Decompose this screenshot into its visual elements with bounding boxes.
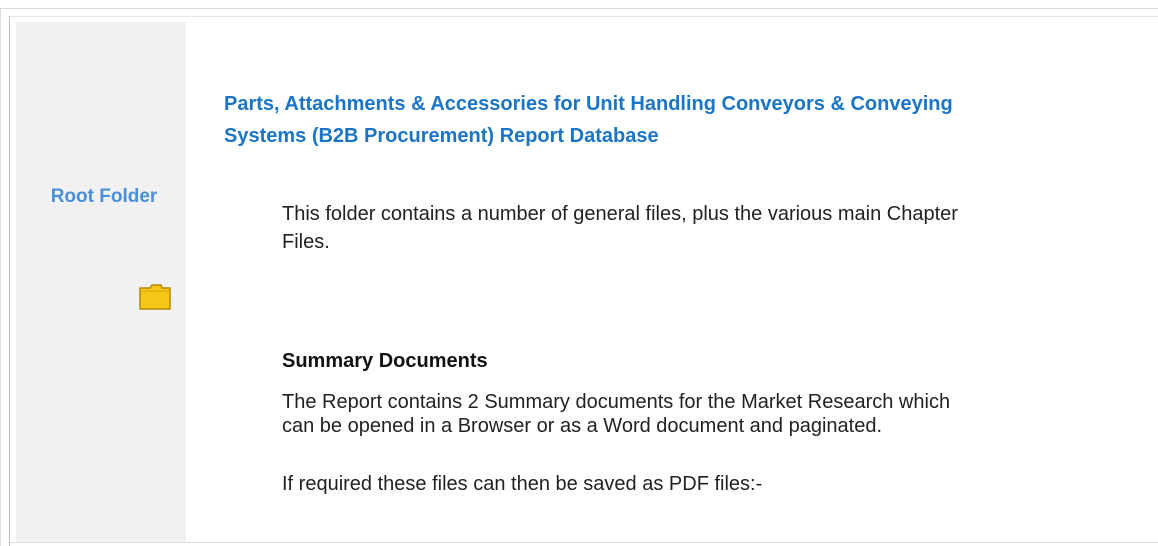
summary-paragraph: The Report contains 2 Summary documents … bbox=[282, 391, 951, 437]
report-title: Parts, Attachments & Accessories for Uni… bbox=[224, 93, 953, 147]
intro-paragraph: This folder contains a number of general… bbox=[282, 203, 958, 253]
frame-left-border bbox=[0, 8, 1, 546]
frame-top-border bbox=[0, 8, 1158, 9]
frame-inner-top-border bbox=[10, 16, 1158, 17]
frame-inner-left-border bbox=[9, 16, 10, 546]
main-content: Parts, Attachments & Accessories for Uni… bbox=[186, 22, 1158, 542]
folder-icon[interactable] bbox=[139, 284, 171, 310]
report-page: Root Folder Parts, Attachments & Accesso… bbox=[0, 0, 1158, 546]
pdf-note-paragraph: If required these files can then be save… bbox=[282, 473, 763, 495]
sidebar: Root Folder bbox=[16, 22, 186, 542]
summary-documents-heading: Summary Documents bbox=[282, 350, 488, 372]
root-folder-label[interactable]: Root Folder bbox=[24, 186, 184, 208]
frame-bottom-border bbox=[10, 542, 1158, 543]
